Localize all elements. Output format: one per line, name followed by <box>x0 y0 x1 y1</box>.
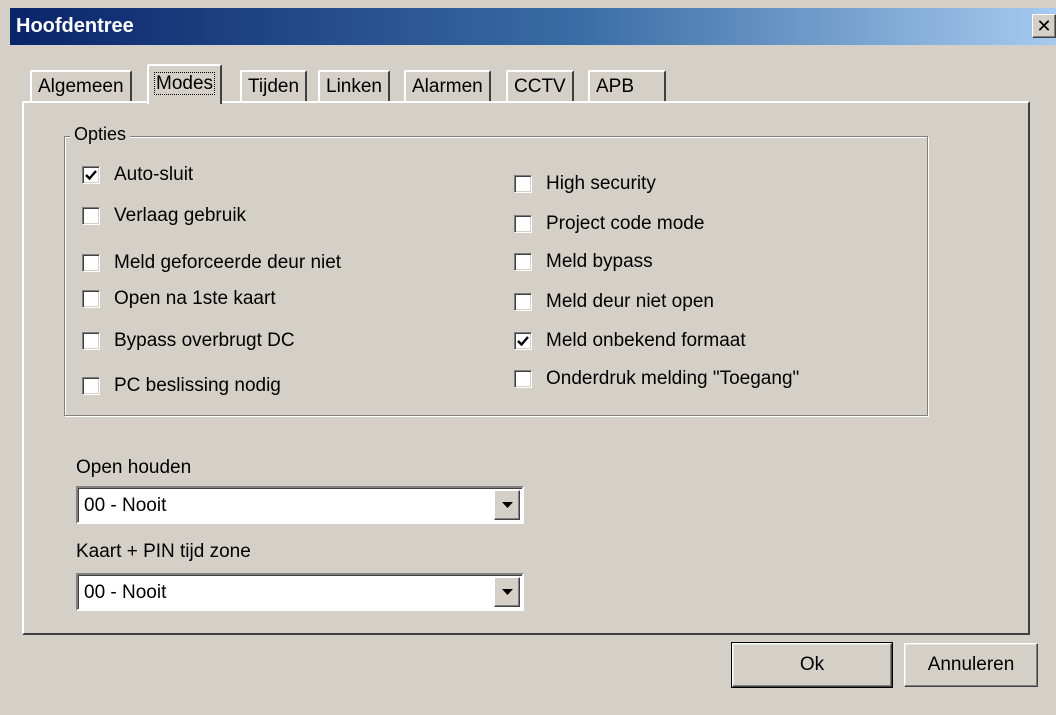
checkbox-bypass-overbrugt-dc[interactable]: Bypass overbrugt DC <box>82 329 295 353</box>
checkmark-icon <box>85 170 97 181</box>
checkbox-box[interactable] <box>514 293 532 311</box>
checkbox-label: Meld deur niet open <box>546 291 714 312</box>
cancel-button[interactable]: Annuleren <box>904 643 1038 687</box>
checkbox-box[interactable] <box>514 370 532 388</box>
options-group-label: Opties <box>70 124 131 145</box>
tab-algemeen[interactable]: Algemeen <box>30 70 132 102</box>
chevron-down-icon <box>502 589 513 595</box>
checkbox-meld-bypass[interactable]: Meld bypass <box>514 250 653 274</box>
tab-label: Alarmen <box>412 76 483 97</box>
tab-apb[interactable]: APB <box>588 70 666 102</box>
tab-label: Linken <box>326 76 382 97</box>
checkbox-box[interactable] <box>82 207 100 225</box>
tab-label: Tijden <box>248 76 300 97</box>
checkbox-box[interactable] <box>82 166 100 184</box>
close-icon: ✕ <box>1036 16 1052 36</box>
checkbox-high-security[interactable]: High security <box>514 172 656 196</box>
checkbox-box[interactable] <box>514 253 532 271</box>
tab-cctv[interactable]: CCTV <box>506 70 574 102</box>
checkbox-label: Bypass overbrugt DC <box>114 330 295 351</box>
checkbox-meld-geforceerde-deur-niet[interactable]: Meld geforceerde deur niet <box>82 251 341 275</box>
kaart-pin-select[interactable]: 00 - Nooit <box>76 573 524 611</box>
kaart-pin-label: Kaart + PIN tijd zone <box>76 541 251 562</box>
chevron-down-icon <box>502 502 513 508</box>
checkbox-meld-onbekend-formaat[interactable]: Meld onbekend formaat <box>514 329 746 353</box>
checkbox-label: Meld onbekend formaat <box>546 330 746 351</box>
checkbox-box[interactable] <box>82 290 100 308</box>
checkbox-label: PC beslissing nodig <box>114 375 281 396</box>
checkbox-label: Verlaag gebruik <box>114 205 247 226</box>
checkbox-label: Meld bypass <box>546 251 653 272</box>
kaart-pin-dropdown-button[interactable] <box>494 577 520 607</box>
tab-linken[interactable]: Linken <box>318 70 390 102</box>
tab-label: CCTV <box>514 76 566 97</box>
checkbox-label: Project code mode <box>546 213 705 234</box>
checkbox-label: Open na 1ste kaart <box>114 288 276 309</box>
checkbox-box[interactable] <box>82 332 100 350</box>
dialog-window: Hoofdentree ✕ Algemeen Modes Tijden Link… <box>0 0 1056 715</box>
checkbox-meld-deur-niet-open[interactable]: Meld deur niet open <box>514 290 714 314</box>
open-houden-value: 00 - Nooit <box>84 495 167 516</box>
tab-modes[interactable]: Modes <box>147 64 223 104</box>
title-bar[interactable]: Hoofdentree ✕ <box>10 8 1056 45</box>
checkbox-label: Meld geforceerde deur niet <box>114 252 342 273</box>
tab-label: APB <box>596 76 635 97</box>
checkbox-label: Auto-sluit <box>114 164 194 185</box>
checkbox-label: High security <box>546 173 656 194</box>
kaart-pin-value: 00 - Nooit <box>84 582 167 603</box>
tab-tijden[interactable]: Tijden <box>240 70 308 102</box>
checkbox-box[interactable] <box>514 175 532 193</box>
checkbox-onderdruk-melding-toegang[interactable]: Onderdruk melding "Toegang" <box>514 367 799 391</box>
window-title: Hoofdentree <box>16 15 134 37</box>
checkbox-project-code-mode[interactable]: Project code mode <box>514 212 704 236</box>
tab-alarmen[interactable]: Alarmen <box>404 70 491 102</box>
tab-label: Modes <box>153 72 216 95</box>
checkbox-box[interactable] <box>82 377 100 395</box>
checkbox-label: Onderdruk melding "Toegang" <box>546 368 800 389</box>
checkbox-box[interactable] <box>82 254 100 272</box>
checkmark-icon <box>517 336 529 347</box>
close-button[interactable]: ✕ <box>1032 14 1056 38</box>
open-houden-select[interactable]: 00 - Nooit <box>76 486 524 524</box>
tab-label: Algemeen <box>38 76 124 97</box>
checkbox-pc-beslissing-nodig[interactable]: PC beslissing nodig <box>82 374 281 398</box>
open-houden-label: Open houden <box>76 457 192 478</box>
ok-button[interactable]: Ok <box>731 642 893 688</box>
checkbox-open-na-1ste-kaart[interactable]: Open na 1ste kaart <box>82 287 276 311</box>
tab-panel-modes: Opties Auto-sluit Verlaag gebruik Meld g… <box>22 101 1030 635</box>
checkbox-box[interactable] <box>514 215 532 233</box>
checkbox-box[interactable] <box>514 332 532 350</box>
checkbox-verlaag-gebruik[interactable]: Verlaag gebruik <box>82 204 246 228</box>
checkbox-auto-sluit[interactable]: Auto-sluit <box>82 163 193 187</box>
open-houden-dropdown-button[interactable] <box>494 490 520 520</box>
